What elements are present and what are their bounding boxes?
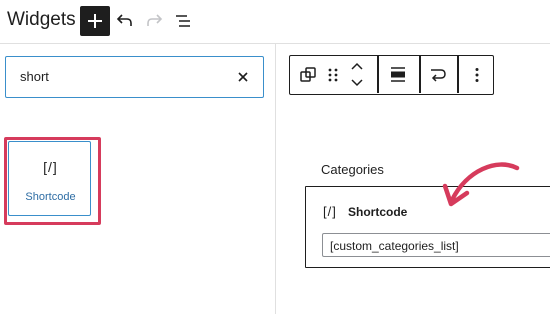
- drag-handle[interactable]: [324, 63, 342, 87]
- undo-icon: [116, 14, 132, 26]
- toolbar-separator: [457, 56, 459, 93]
- shortcode-input[interactable]: [custom_categories_list]: [322, 233, 550, 257]
- block-search[interactable]: short: [5, 56, 264, 98]
- list-view-button[interactable]: [171, 9, 195, 33]
- move-up-icon: [351, 62, 363, 70]
- move-down-button[interactable]: [348, 75, 366, 90]
- block-result-label: Shortcode: [25, 191, 76, 203]
- loop-icon: [431, 69, 446, 82]
- clear-search-button[interactable]: [233, 67, 253, 87]
- move-down-icon: [351, 79, 363, 87]
- transform-icon: [300, 67, 316, 82]
- more-options-icon: [475, 68, 479, 82]
- toolbar-separator: [377, 56, 379, 93]
- page-title: Widgets: [7, 9, 76, 30]
- shortcode-icon: [/]: [323, 204, 337, 219]
- shortcode-icon: [/]: [43, 159, 58, 175]
- categories-label: Categories: [321, 162, 384, 177]
- block-toolbar: [289, 55, 494, 95]
- annotation-arrow-icon: [442, 162, 520, 207]
- add-block-button[interactable]: [80, 6, 110, 36]
- redo-icon: [147, 14, 163, 26]
- plus-icon: [88, 14, 102, 28]
- align-button[interactable]: [386, 63, 410, 87]
- redo-button[interactable]: [142, 9, 166, 33]
- close-icon: [238, 72, 248, 82]
- shortcode-block-result[interactable]: [/] Shortcode: [8, 141, 91, 216]
- more-options-button[interactable]: [465, 63, 489, 87]
- align-icon: [391, 67, 405, 82]
- search-input[interactable]: short: [20, 69, 49, 84]
- move-up-button[interactable]: [348, 59, 366, 74]
- annotation-arrow: [435, 160, 530, 220]
- shortcode-title: Shortcode: [348, 205, 408, 219]
- toolbar-separator: [419, 56, 421, 93]
- list-view-icon: [176, 15, 190, 27]
- undo-button[interactable]: [113, 9, 137, 33]
- loop-button[interactable]: [426, 63, 450, 87]
- panel-divider: [275, 44, 276, 314]
- drag-handle-icon: [328, 68, 338, 82]
- transform-button[interactable]: [296, 63, 320, 87]
